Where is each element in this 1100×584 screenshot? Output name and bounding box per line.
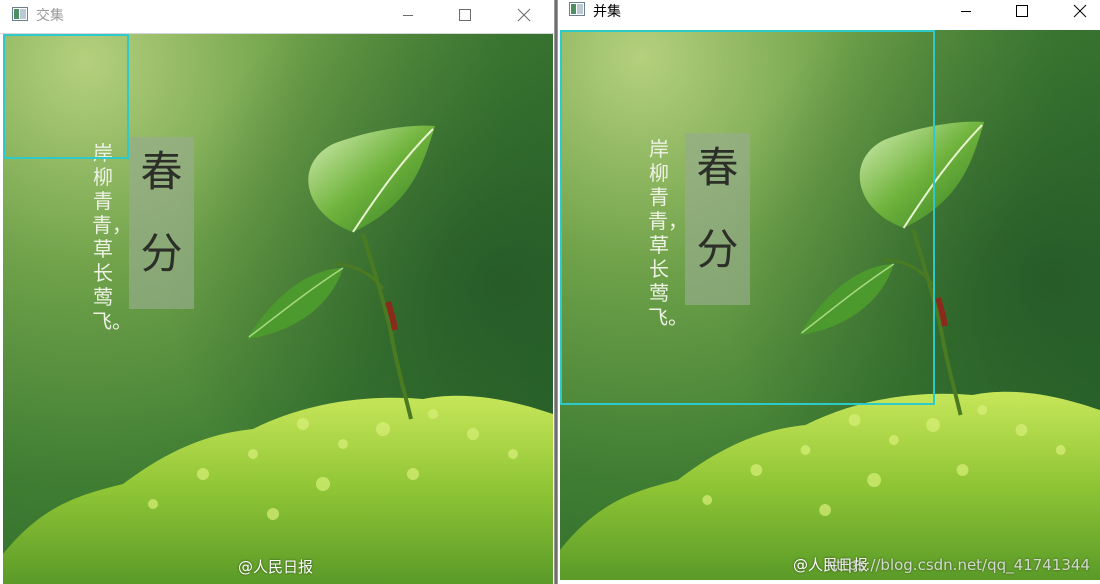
- poem-text: 岸柳青青，草长莺飞。: [92, 141, 132, 333]
- close-icon: [517, 8, 531, 22]
- maximize-button[interactable]: [442, 0, 488, 30]
- image-canvas[interactable]: 春 分 岸柳青青，草长莺飞。 @人民日报: [560, 30, 1100, 580]
- minimize-button[interactable]: [943, 0, 989, 22]
- intersection-window: 交集 春 分 岸柳青青，草长莺飞。 @人民日报: [0, 0, 555, 584]
- app-icon: [569, 2, 585, 16]
- maximize-icon: [459, 9, 471, 21]
- image-canvas[interactable]: 春 分 岸柳青青，草长莺飞。 @人民日报: [3, 34, 553, 584]
- close-icon: [1073, 4, 1087, 18]
- title-char: 分: [140, 229, 183, 278]
- minimize-icon: [961, 11, 971, 12]
- title-banner: 春 分: [129, 137, 194, 309]
- app-icon: [12, 7, 28, 21]
- intersection-rect: [3, 34, 129, 159]
- page-watermark: https://blog.csdn.net/qq_41741344: [826, 556, 1090, 574]
- close-button[interactable]: [501, 0, 547, 30]
- minimize-button[interactable]: [385, 0, 431, 30]
- close-button[interactable]: [1057, 0, 1100, 22]
- minimize-icon: [403, 15, 413, 16]
- window-title: 交集: [36, 8, 64, 24]
- window-title: 并集: [593, 4, 621, 20]
- title-bar[interactable]: 交集: [0, 0, 554, 34]
- maximize-icon: [1016, 5, 1028, 17]
- union-rect: [560, 30, 935, 405]
- image-watermark: @人民日报: [238, 558, 314, 576]
- title-char: 春: [140, 147, 183, 196]
- maximize-button[interactable]: [999, 0, 1045, 22]
- union-window: 并集 春 分 岸柳青青，草长莺飞。 @人民日报: [557, 0, 1100, 584]
- title-bar[interactable]: 并集: [558, 0, 1100, 29]
